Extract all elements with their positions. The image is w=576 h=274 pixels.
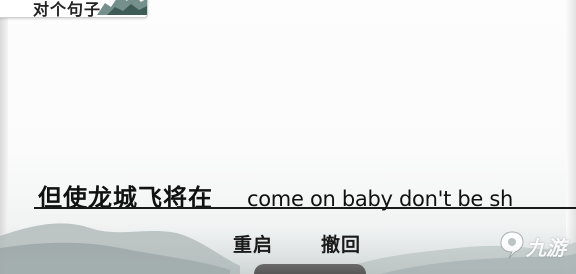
game-screen: 对个句子 但使龙城飞将在 come on baby don't be sh 重启 … xyxy=(0,0,576,274)
restart-button[interactable]: 重启 xyxy=(233,230,273,256)
sentence-underline xyxy=(34,207,576,209)
bottom-pill-button[interactable] xyxy=(254,264,366,274)
mountain-decoration-icon xyxy=(97,0,147,15)
level-title: 对个句子 xyxy=(33,0,102,18)
undo-button[interactable]: 撤回 xyxy=(321,230,361,256)
watermark: 九游 xyxy=(498,226,576,266)
watermark-text: 九游 xyxy=(526,236,566,260)
jiuyou-logo-icon xyxy=(500,231,524,259)
sentence-line: 但使龙城飞将在 come on baby don't be sh xyxy=(38,178,513,212)
level-title-card: 对个句子 xyxy=(0,0,148,18)
